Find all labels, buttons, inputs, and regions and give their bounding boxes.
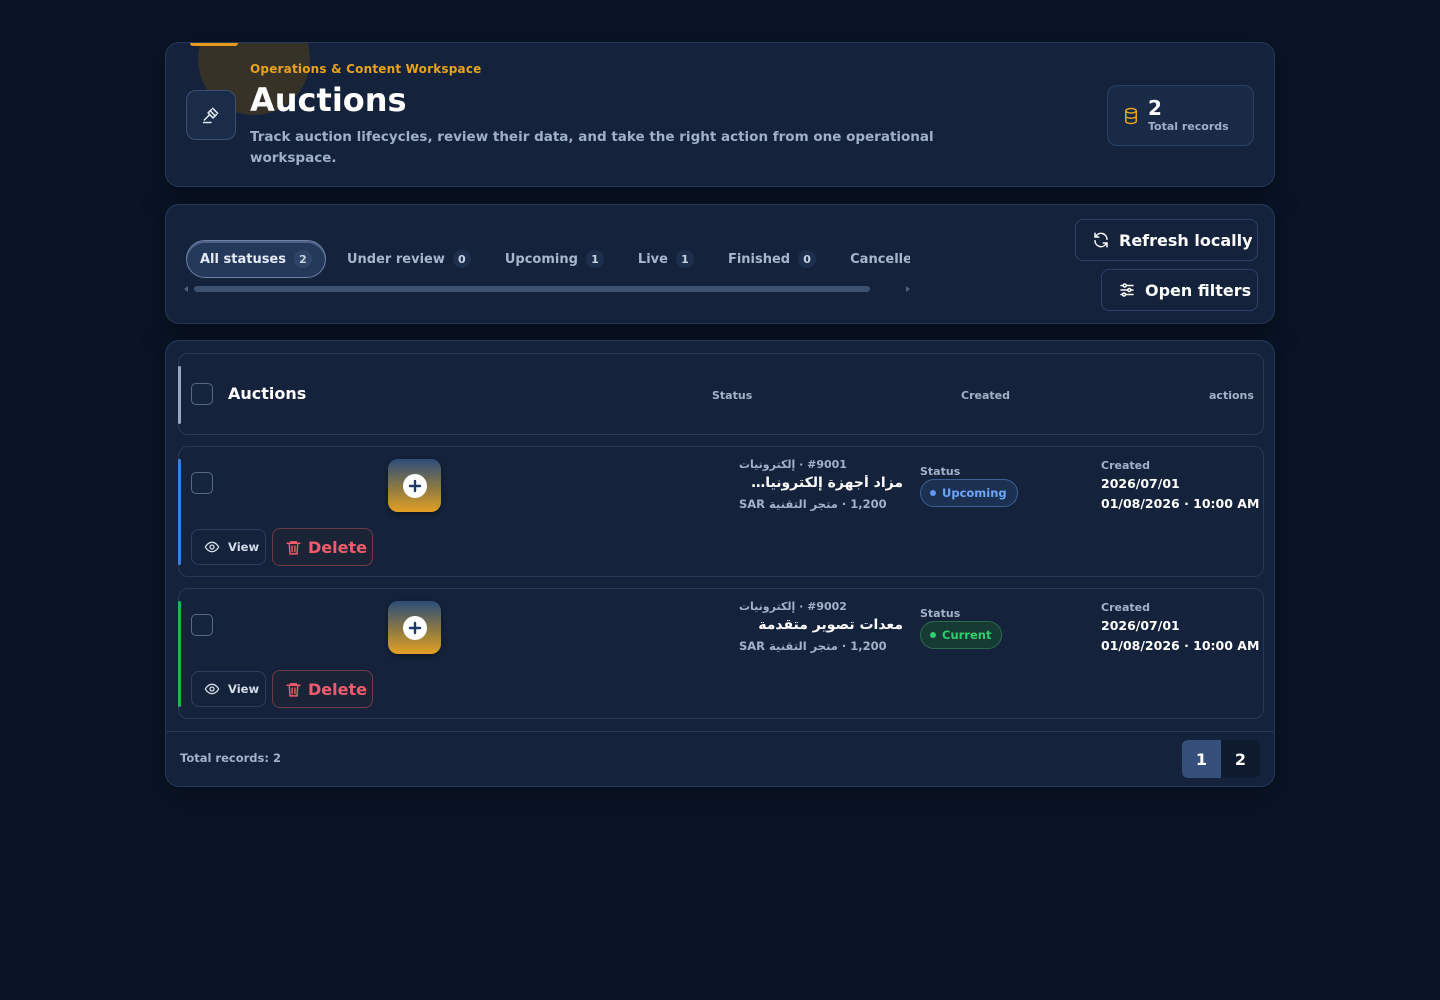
created-date: 2026/07/01 (1101, 618, 1180, 633)
view-label: View (228, 540, 260, 554)
column-header-status: Status (712, 389, 753, 402)
auction-id-category: #9001 · إلكترونيات (739, 458, 847, 471)
tab-label: Upcoming (504, 251, 578, 267)
trash-icon (286, 682, 301, 697)
page-button-1[interactable]: 1 (1182, 740, 1221, 778)
eye-icon (204, 683, 220, 695)
tab-count: 1 (675, 250, 694, 268)
row-checkbox[interactable] (191, 472, 213, 494)
auction-name: معدات تصوير متقدمة (758, 617, 903, 633)
delete-label: Delete (308, 537, 367, 557)
row-checkbox[interactable] (191, 614, 213, 636)
scroll-right-icon[interactable] (906, 286, 910, 292)
refresh-label: Refresh locally (1119, 230, 1253, 250)
delete-label: Delete (308, 679, 367, 699)
status-badge: Current (920, 621, 1003, 649)
created-label: Created (1101, 601, 1150, 614)
scroll-left-icon[interactable] (184, 286, 188, 292)
pagination: 1 2 (1182, 740, 1260, 778)
total-records-stat: 2 Total records (1107, 85, 1254, 146)
eye-icon (204, 541, 220, 553)
scrollbar-thumb[interactable] (194, 286, 870, 292)
page-title: Auctions (250, 81, 407, 119)
header-accent-bar (178, 366, 181, 424)
tab-under-review[interactable]: Under review 0 (334, 240, 484, 278)
filter-bar-card: All statuses 2 Under review 0 Upcoming 1… (165, 204, 1275, 324)
gavel-icon (186, 90, 236, 140)
table-footer-divider (166, 731, 1274, 732)
auction-thumbnail (388, 459, 441, 512)
status-badge: Upcoming (920, 479, 1018, 507)
created-datetime: 01/08/2026 · 10:00 AM (1101, 496, 1260, 511)
created-datetime: 01/08/2026 · 10:00 AM (1101, 638, 1260, 653)
stat-label: Total records (1148, 120, 1229, 133)
page-eyebrow: Operations & Content Workspace (250, 62, 482, 76)
delete-button[interactable]: Delete (272, 670, 373, 708)
auction-price-store: 1,200 · متجر التقنية SAR (739, 497, 887, 511)
table-row[interactable]: #9002 · إلكترونيات معدات تصوير متقدمة 1,… (178, 588, 1264, 719)
status-label: Status (920, 465, 961, 478)
tab-count: 1 (585, 250, 604, 268)
tab-count: 2 (294, 250, 312, 268)
tab-label: All statuses (200, 251, 286, 267)
database-icon (1125, 107, 1137, 124)
auction-price-store: 1,200 · متجر التقنية SAR (739, 639, 887, 653)
view-button[interactable]: View (191, 671, 266, 707)
tab-count: 0 (452, 250, 471, 268)
plus-icon (402, 473, 427, 498)
column-header-created: Created (961, 389, 1010, 402)
auction-name: مزاد أجهزة إلكترونيات احترافية (739, 475, 903, 491)
tab-live[interactable]: Live 1 (625, 240, 707, 278)
sliders-icon (1120, 283, 1134, 297)
status-text: Current (942, 628, 992, 642)
status-tabs: All statuses 2 Under review 0 Upcoming 1… (186, 239, 910, 279)
auction-id-category: #9002 · إلكترونيات (739, 600, 847, 613)
refresh-button[interactable]: Refresh locally (1075, 219, 1258, 261)
status-dot (930, 490, 936, 496)
table-title: Auctions (228, 384, 307, 403)
tab-all-statuses[interactable]: All statuses 2 (186, 240, 326, 278)
status-text: Upcoming (942, 486, 1007, 500)
delete-button[interactable]: Delete (272, 528, 373, 566)
created-label: Created (1101, 459, 1150, 472)
table-row[interactable]: #9001 · إلكترونيات مزاد أجهزة إلكترونيات… (178, 446, 1264, 577)
column-header-actions: actions (1209, 389, 1254, 402)
row-accent-bar (178, 459, 181, 565)
total-records-footer: Total records: 2 (180, 751, 281, 765)
open-filters-label: Open filters (1145, 280, 1252, 300)
header-accent-bar (190, 43, 238, 46)
refresh-icon (1094, 232, 1108, 248)
tab-label: Cancelled (850, 251, 910, 267)
tab-label: Finished (727, 251, 791, 267)
trash-icon (286, 540, 301, 555)
stat-value: 2 (1148, 96, 1162, 120)
plus-icon (402, 615, 427, 640)
select-all-checkbox[interactable] (191, 383, 213, 405)
tab-upcoming[interactable]: Upcoming 1 (492, 240, 617, 278)
status-label: Status (920, 607, 961, 620)
row-accent-bar (178, 601, 181, 707)
auction-thumbnail (388, 601, 441, 654)
view-label: View (228, 682, 260, 696)
tab-finished[interactable]: Finished 0 (715, 240, 829, 278)
tab-count: 0 (798, 250, 817, 268)
open-filters-button[interactable]: Open filters (1101, 269, 1258, 311)
tab-cancelled[interactable]: Cancelled 0 (837, 240, 910, 278)
table-header: Auctions Status Created actions (178, 353, 1264, 435)
auctions-table-card: Auctions Status Created actions #9001 · … (165, 340, 1275, 787)
tab-label: Under review (347, 251, 445, 267)
status-dot (930, 632, 936, 638)
tab-label: Live (637, 251, 668, 267)
page-description: Track auction lifecycles, review their d… (250, 129, 934, 166)
page-header-card: Operations & Content Workspace Auctions … (165, 42, 1275, 187)
tabs-scrollbar[interactable] (184, 285, 910, 295)
view-button[interactable]: View (191, 529, 266, 565)
created-date: 2026/07/01 (1101, 476, 1180, 491)
page-button-2[interactable]: 2 (1221, 740, 1260, 778)
